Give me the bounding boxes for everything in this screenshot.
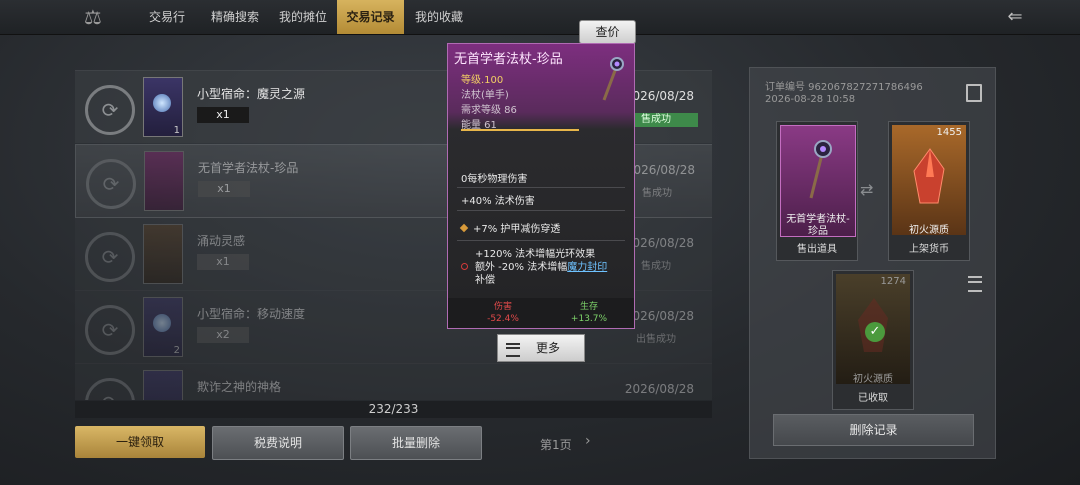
price-check-button[interactable]: 查价 (579, 20, 636, 44)
item-level: 等级.100 (461, 75, 504, 86)
tab-favorites[interactable]: 我的收藏 (408, 0, 470, 34)
divider (457, 210, 625, 211)
crystal-icon (913, 148, 945, 204)
item-date: 2026/08/28 (624, 89, 694, 103)
item-quantity: x2 (197, 327, 249, 343)
item-quantity: x1 (198, 181, 250, 197)
batch-delete-button[interactable]: 批量删除 (350, 426, 482, 460)
tab-trade-records[interactable]: 交易记录 (337, 0, 404, 34)
menu-icon[interactable] (968, 276, 982, 292)
coin-stack-icon: ⟳ (85, 378, 135, 400)
tab-market[interactable]: 交易行 (137, 0, 197, 34)
currency-art: 1455 初火源质 (892, 125, 966, 236)
item-date: 2026/08/28 (625, 163, 695, 177)
page-indicator: 第1页 (540, 438, 572, 452)
received-caption: 已收取 (858, 393, 888, 404)
scale-icon: ⚖ (84, 5, 102, 29)
item-name: 无首学者法杖-珍品 (198, 161, 299, 175)
stat-physical-damage: 0每秒物理伤害 (461, 174, 528, 185)
tab-precise-search[interactable]: 精确搜索 (202, 0, 268, 34)
item-type: 法杖(单手) (461, 90, 509, 101)
ring-icon (461, 263, 468, 270)
item-name: 涌动灵感 (197, 234, 246, 248)
divider (457, 187, 625, 188)
item-thumbnail (143, 370, 183, 400)
item-tooltip: 无首学者法杖-珍品 等级.100 法杖(单手) 需求等级 86 能量 61 0每… (447, 43, 635, 329)
checkmark-icon: ✓ (865, 322, 885, 342)
received-card[interactable]: 1274 ✓ 初火源质 已收取 (832, 270, 914, 410)
copy-icon[interactable] (966, 84, 982, 102)
item-thumbnail (143, 224, 183, 284)
sold-item-caption: 售出道具 (797, 244, 837, 255)
tab-my-stall[interactable]: 我的摊位 (272, 0, 334, 34)
survive-compare: 生存 +13.7% (570, 302, 608, 324)
item-date: 2026/08/28 (624, 309, 694, 323)
comparison-footer: 伤害 -52.4% 生存 +13.7% (448, 298, 634, 328)
back-arrow-icon[interactable]: ⇐ (1000, 6, 1030, 28)
claim-all-button[interactable]: 一键领取 (75, 426, 205, 458)
item-thumbnail (144, 151, 184, 211)
stat-armor-pen: +7% 护甲减伤穿透 (459, 220, 560, 235)
special-affix: +120% 法术增幅光环效果 额外 -20% 法术增幅魔力封印 补偿 (475, 249, 608, 286)
damage-compare: 伤害 -52.4% (487, 302, 519, 324)
sold-item-card[interactable]: 无首学者法杖- 珍品 售出道具 (776, 121, 858, 261)
item-name: 欺诈之神的神格 (197, 380, 282, 394)
item-quantity: x1 (197, 107, 249, 123)
swap-arrows-icon: ⇄ (860, 180, 874, 199)
item-name: 小型宿命：魔灵之源 (197, 87, 306, 101)
stat-spell-damage: +40% 法术伤害 (461, 196, 535, 207)
item-quantity: x1 (197, 254, 249, 270)
required-level: 需求等级 86 (461, 105, 517, 116)
top-nav: ⚖ 交易行 精确搜索 我的摊位 交易记录 我的收藏 ⇐ (0, 0, 1080, 35)
status-badge: 出售成功 (636, 334, 676, 345)
order-number: 订单编号 962067827271786496 2026-08-28 10:58 (765, 82, 923, 105)
list-item[interactable]: ⟳ 欺诈之神的神格 2026/08/28 (75, 363, 712, 400)
coin-stack-icon: ⟳ (85, 305, 135, 355)
item-date: 2026/08/28 (624, 382, 694, 396)
menu-icon (506, 343, 520, 357)
staff-icon (809, 140, 832, 199)
item-thumbnail: 2 (143, 297, 183, 357)
gem-icon (153, 94, 171, 112)
sold-item-art: 无首学者法杖- 珍品 (780, 125, 856, 237)
more-button[interactable]: 更多 (497, 334, 585, 362)
delete-record-button[interactable]: 删除记录 (773, 414, 974, 446)
item-date: 2026/08/28 (624, 236, 694, 250)
gem-icon (153, 314, 171, 332)
item-name: 小型宿命：移动速度 (197, 307, 306, 321)
divider (457, 240, 625, 241)
tooltip-title: 无首学者法杖-珍品 (454, 52, 563, 67)
record-count: 232/233 (75, 401, 712, 418)
currency-caption: 上架货币 (909, 244, 949, 255)
staff-icon (602, 57, 624, 101)
diamond-icon (459, 223, 469, 233)
coin-stack-icon: ⟳ (85, 85, 135, 135)
received-art: 1274 ✓ 初火源质 (836, 274, 910, 385)
currency-card[interactable]: 1455 初火源质 上架货币 (888, 121, 970, 261)
coin-stack-icon: ⟳ (86, 159, 136, 209)
item-thumbnail: 1 (143, 77, 183, 137)
tax-info-button[interactable]: 税费说明 (212, 426, 344, 460)
next-page-icon[interactable]: › (585, 433, 591, 449)
energy-bar (461, 129, 579, 131)
magic-seal-link[interactable]: 魔力封印 (567, 262, 607, 273)
coin-stack-icon: ⟳ (85, 232, 135, 282)
